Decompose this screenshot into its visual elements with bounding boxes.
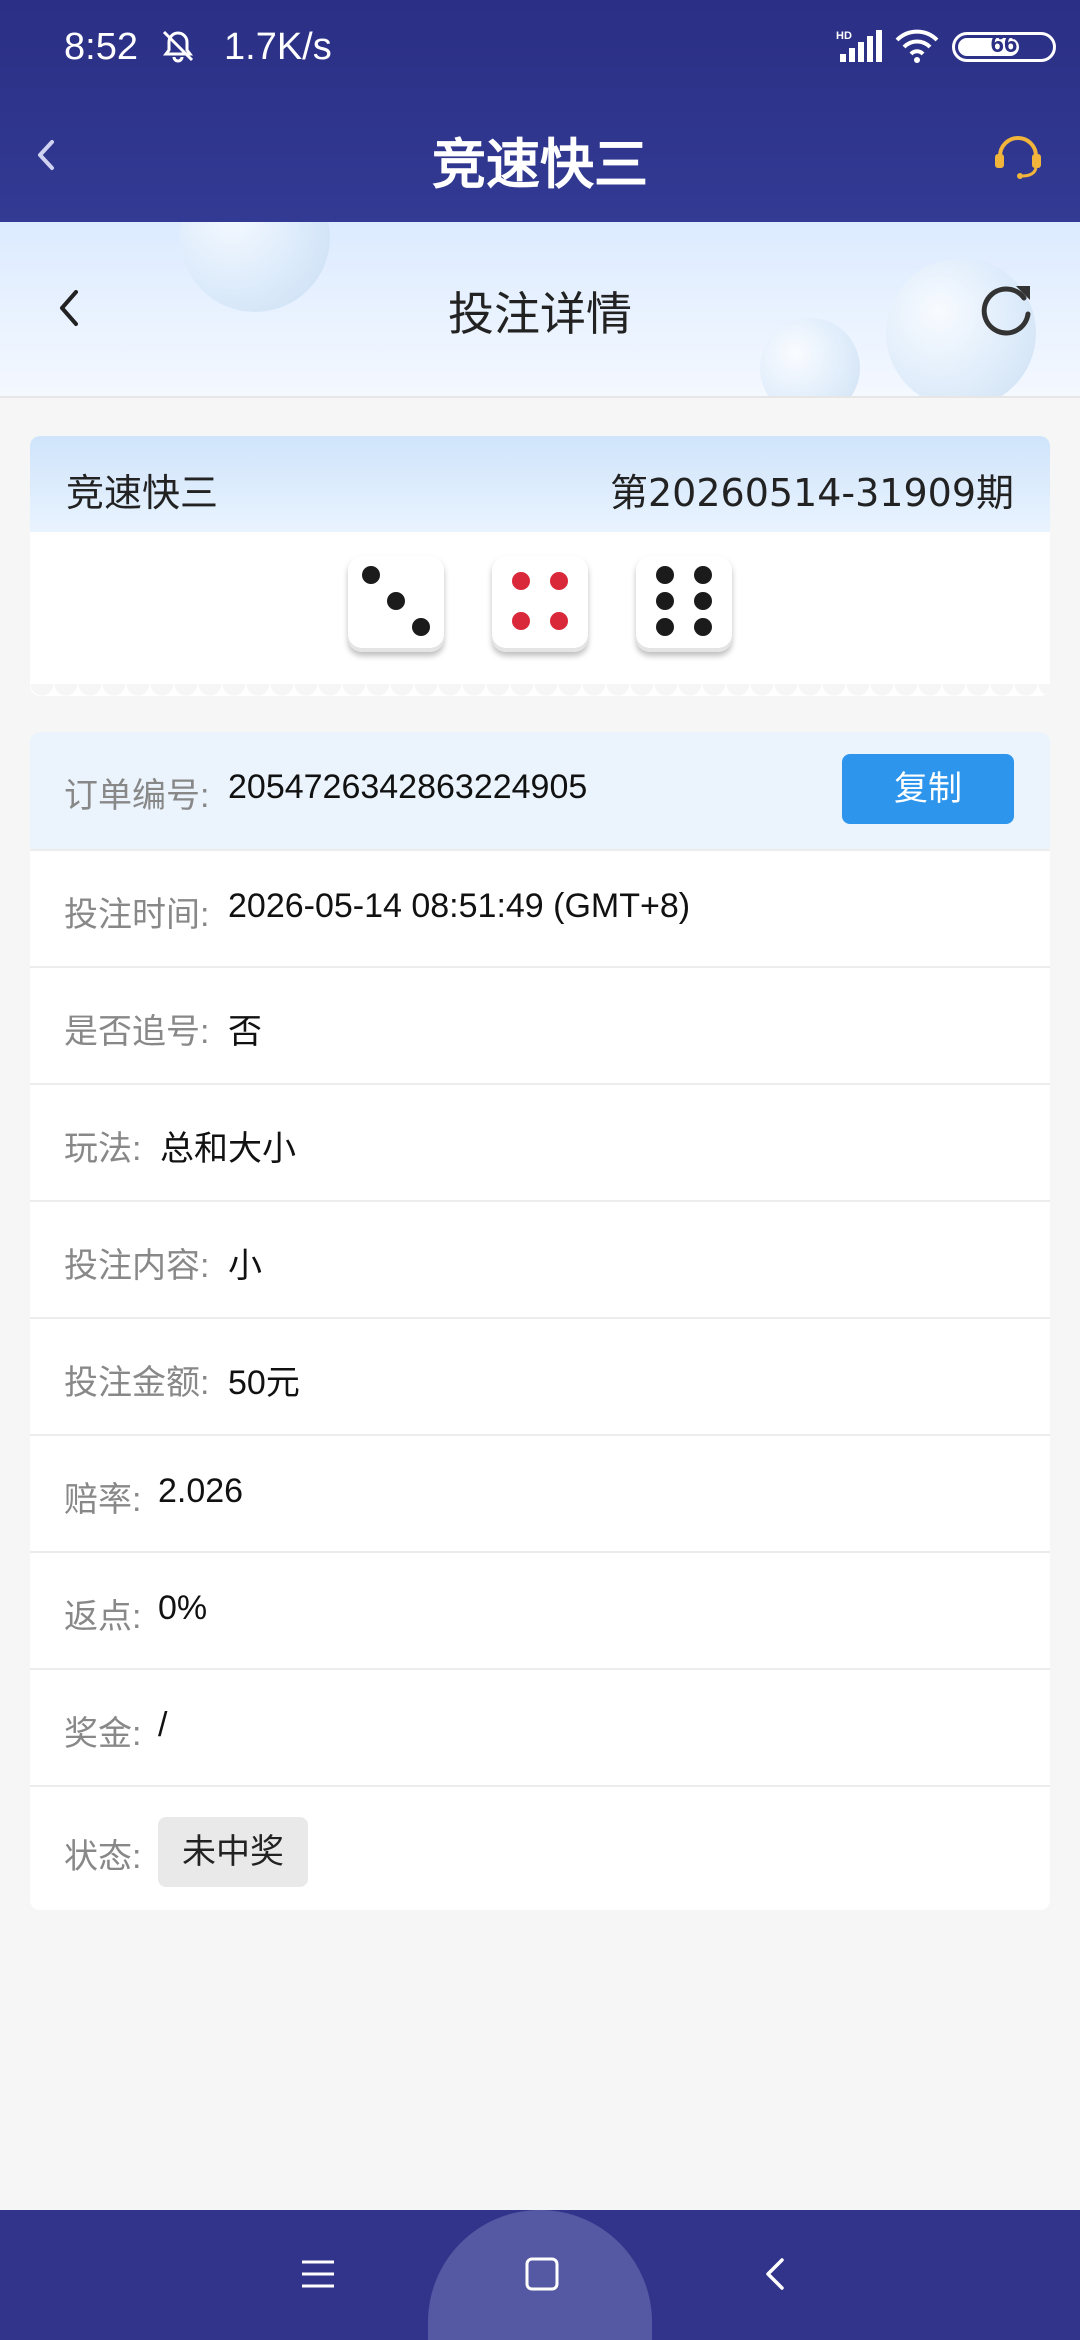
row-amount: 投注金额: 50元 bbox=[30, 1317, 1050, 1434]
menu-icon[interactable] bbox=[298, 2254, 338, 2294]
rebate-label: 返点: bbox=[64, 1598, 142, 1636]
bet-time-label: 投注时间: bbox=[64, 896, 210, 934]
app-header: 8:52 1.7K/s HD 66 竞速快三 bbox=[0, 0, 1080, 222]
headset-icon[interactable] bbox=[988, 124, 1048, 184]
row-prize: 奖金: / bbox=[30, 1668, 1050, 1785]
dice-3 bbox=[348, 556, 444, 652]
bet-time-value: 2026-05-14 08:51:49 (GMT+8) bbox=[228, 887, 691, 925]
row-chase: 是否追号: 否 bbox=[30, 966, 1050, 1083]
home-square-icon[interactable] bbox=[524, 2256, 560, 2292]
row-odds: 赔率: 2.026 bbox=[30, 1434, 1050, 1551]
content-label: 投注内容: bbox=[64, 1247, 210, 1285]
dice-4 bbox=[492, 556, 588, 652]
order-no-label: 订单编号: bbox=[64, 777, 210, 815]
status-badge: 未中奖 bbox=[158, 1817, 308, 1887]
wifi-icon bbox=[895, 29, 939, 63]
network-label: HD bbox=[836, 30, 852, 42]
nav-back-icon[interactable] bbox=[756, 2254, 796, 2294]
issue-number: 第20260514-31909期 bbox=[609, 471, 1014, 515]
play-label: 玩法: bbox=[64, 1130, 142, 1168]
bell-muted-icon bbox=[162, 30, 194, 63]
sub-header: 投注详情 bbox=[0, 222, 1080, 398]
row-status: 状态: 未中奖 bbox=[30, 1785, 1050, 1910]
odds-label: 赔率: bbox=[64, 1481, 142, 1519]
row-play: 玩法: 总和大小 bbox=[30, 1083, 1050, 1200]
page-title: 竞速快三 bbox=[432, 133, 648, 196]
draw-result-card: 竞速快三 第20260514-31909期 bbox=[30, 436, 1050, 696]
copy-button[interactable]: 复制 bbox=[842, 754, 1014, 824]
refresh-icon[interactable] bbox=[974, 276, 1038, 340]
title-bar: 竞速快三 bbox=[0, 96, 1080, 222]
status-bar: 8:52 1.7K/s HD 66 bbox=[0, 0, 1080, 96]
row-rebate: 返点: 0% bbox=[30, 1551, 1050, 1668]
row-bet-time: 投注时间: 2026-05-14 08:51:49 (GMT+8) bbox=[30, 849, 1050, 966]
amount-value: 50元 bbox=[228, 1364, 300, 1402]
rebate-value: 0% bbox=[158, 1589, 208, 1627]
net-speed: 1.7K/s bbox=[224, 26, 332, 68]
ticket-edge bbox=[30, 684, 1050, 696]
status-label: 状态: bbox=[64, 1838, 142, 1876]
dice-6 bbox=[636, 556, 732, 652]
chase-value: 否 bbox=[228, 1013, 262, 1051]
prize-value: / bbox=[158, 1706, 168, 1744]
signal-icon: HD bbox=[836, 30, 882, 62]
status-time: 8:52 bbox=[64, 26, 138, 68]
prize-label: 奖金: bbox=[64, 1715, 142, 1753]
order-detail-card: 订单编号: 2054726342863224905 复制 投注时间: 2026-… bbox=[30, 732, 1050, 1910]
play-value: 总和大小 bbox=[160, 1130, 296, 1168]
amount-label: 投注金额: bbox=[64, 1364, 210, 1402]
odds-value: 2.026 bbox=[158, 1472, 244, 1510]
content-value: 小 bbox=[228, 1247, 262, 1285]
battery-icon: 66 bbox=[952, 31, 1056, 62]
sub-header-title: 投注详情 bbox=[448, 287, 632, 341]
lottery-name: 竞速快三 bbox=[66, 471, 219, 515]
chase-label: 是否追号: bbox=[64, 1013, 210, 1051]
draw-result-header: 竞速快三 第20260514-31909期 bbox=[30, 436, 1050, 532]
row-order-no: 订单编号: 2054726342863224905 复制 bbox=[30, 732, 1050, 849]
system-nav-bar bbox=[0, 2210, 1080, 2340]
row-content: 投注内容: 小 bbox=[30, 1200, 1050, 1317]
order-no-value: 2054726342863224905 bbox=[228, 768, 588, 806]
battery-level: 66 bbox=[990, 31, 1018, 58]
